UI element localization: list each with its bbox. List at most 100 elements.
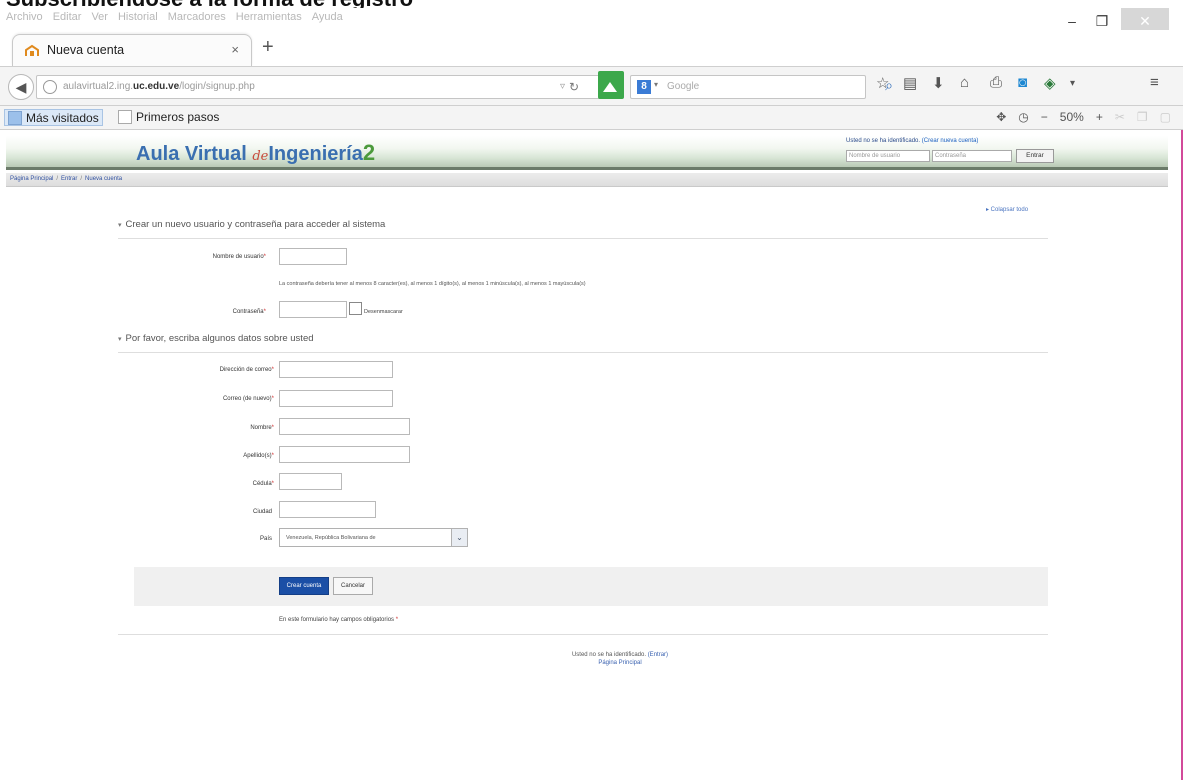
menu-tools[interactable]: Herramientas [236, 11, 302, 23]
tab-title: Nueva cuenta [47, 43, 125, 57]
country-select[interactable]: Venezuela, República Bolivariana de ⌄ [279, 528, 468, 547]
create-account-button[interactable]: Crear cuenta [279, 577, 329, 595]
navigation-bar: ◀ aulavirtual2.ing.uc.edu.ve/login/signu… [0, 66, 1183, 106]
skype-icon[interactable]: ◙ [1018, 74, 1027, 91]
header-login-box: Usted no se ha identificado. (Crear nuev… [846, 138, 1056, 168]
footer-login-link[interactable]: (Entrar) [648, 652, 668, 658]
menu-file[interactable]: Archivo [6, 11, 43, 23]
menu-help[interactable]: Ayuda [312, 11, 343, 23]
header-username-input[interactable]: Nombre de usuario [846, 150, 930, 162]
email-input[interactable] [279, 361, 393, 378]
breadcrumb-login[interactable]: Entrar [61, 176, 77, 182]
paste-icon: ▢ [1159, 110, 1171, 124]
id-number-label: Cédula* [252, 481, 274, 487]
username-label: Nombre de usuario* [212, 254, 266, 260]
search-placeholder: Google [667, 81, 700, 92]
url-bar[interactable]: aulavirtual2.ing.uc.edu.ve/login/signup.… [36, 75, 612, 99]
collapse-triangle-icon: ▾ [118, 336, 122, 343]
reload-icon[interactable]: ↻ [569, 80, 579, 94]
cancel-button[interactable]: Cancelar [333, 577, 373, 595]
menu-edit[interactable]: Editar [53, 11, 82, 23]
create-account-link[interactable]: (Crear nueva cuenta) [922, 138, 979, 144]
bookmark-most-visited[interactable]: Más visitados [4, 109, 103, 126]
menu-history[interactable]: Historial [118, 11, 158, 23]
extension-icon[interactable]: ◈ [1044, 74, 1056, 92]
copy-icon: ❐ [1136, 110, 1148, 124]
password-input[interactable] [279, 301, 347, 318]
email-label: Dirección de correo* [219, 367, 274, 373]
form-buttons-bar: Crear cuenta Cancelar [134, 567, 1048, 606]
zoom-level[interactable]: 50% [1060, 110, 1084, 124]
unmask-label: Desenmascarar [364, 308, 403, 315]
lastname-input[interactable] [279, 446, 410, 463]
bookmarks-list-icon[interactable]: ▤ [903, 74, 917, 92]
city-input[interactable] [279, 501, 376, 518]
site-logo[interactable]: Aula Virtual deIngeniería2 [136, 140, 375, 166]
tab-nueva-cuenta[interactable]: Nueva cuenta × [12, 34, 252, 66]
menu-bookmarks[interactable]: Marcadores [168, 11, 226, 23]
page-icon [118, 110, 132, 124]
cut-icon: ✂ [1114, 110, 1125, 124]
header-login-button[interactable]: Entrar [1016, 149, 1054, 163]
section-new-user-header[interactable]: ▾ Crear un nuevo usuario y contraseña par… [118, 219, 1048, 239]
search-bar[interactable]: 8 ▾ Google ⌕ [630, 75, 893, 99]
bookmark-first-steps[interactable]: Primeros pasos [118, 110, 219, 124]
email-again-input[interactable] [279, 390, 393, 407]
page-footer: Usted no se ha identificado. (Entrar) Pá… [540, 651, 700, 667]
firstname-label: Nombre* [250, 425, 274, 431]
most-visited-icon [8, 110, 22, 125]
login-status: Usted no se ha identificado. (Crear nuev… [846, 138, 979, 144]
tab-strip: Nueva cuenta × + [0, 30, 1183, 66]
menu-items: Archivo Editar Ver Historial Marcadores … [6, 11, 343, 23]
print-icon[interactable]: ⎙ [990, 74, 1002, 91]
password-label: Contraseña* [232, 309, 266, 315]
unmask-control: Desenmascarar [349, 302, 403, 315]
breadcrumb-current: Nueva cuenta [85, 176, 123, 182]
footer-home-link[interactable]: Página Principal [540, 659, 700, 667]
downloads-icon[interactable]: ⬇ [932, 74, 945, 92]
history-dropdown-icon[interactable]: ▿ [560, 81, 565, 92]
engine-dropdown-icon[interactable]: ▾ [654, 80, 658, 89]
country-label: País [259, 536, 272, 542]
required-fields-note: En este formulario hay campos obligatori… [279, 617, 399, 623]
lastname-label: Apellido(s)* [243, 453, 274, 459]
breadcrumb-home[interactable]: Página Principal [10, 176, 53, 182]
footer-divider [118, 634, 1048, 635]
footer-login-status: Usted no se ha identificado. (Entrar) [571, 652, 669, 658]
unmask-checkbox[interactable] [349, 302, 362, 315]
zoom-controls: ✥ ◷ − 50% + ✂ ❐ ▢ [996, 110, 1171, 124]
site-identity-icon[interactable] [43, 80, 57, 94]
menu-bar: Archivo Editar Ver Historial Marcadores … [0, 8, 1183, 34]
bookmark-star-icon[interactable]: ☆ [876, 74, 889, 92]
firstname-input[interactable] [279, 418, 410, 435]
reset-zoom-icon[interactable]: ◷ [1018, 110, 1028, 124]
id-number-input[interactable] [279, 473, 342, 490]
chevron-down-icon[interactable]: ⌄ [451, 529, 467, 546]
url-text: aulavirtual2.ing.uc.edu.ve/login/signup.… [63, 81, 255, 92]
zoom-in-button[interactable]: + [1096, 110, 1103, 124]
back-arrow-icon[interactable]: ◀ [8, 74, 34, 100]
country-selected-value: Venezuela, República Bolivariana de [286, 535, 376, 541]
email-again-label: Correo (de nuevo)* [222, 396, 274, 402]
tab-close-icon[interactable]: × [231, 42, 239, 57]
collapse-all-link[interactable]: ▸ Colapsar todo [986, 206, 1028, 213]
username-input[interactable] [279, 248, 347, 265]
moodle-favicon-icon [25, 44, 39, 56]
home-icon[interactable]: ⌂ [960, 74, 969, 91]
city-label: Ciudad [252, 509, 272, 515]
zoom-out-button[interactable]: − [1041, 110, 1048, 124]
site-header: Aula Virtual deIngeniería2 Usted no se h… [6, 136, 1168, 170]
addon-move-icon[interactable]: ✥ [996, 110, 1006, 124]
hamburger-menu-icon[interactable]: ≡ [1150, 74, 1159, 91]
collapse-triangle-icon: ▾ [118, 222, 122, 229]
addon-green-icon[interactable] [598, 71, 624, 99]
bookmarks-toolbar: Más visitados Primeros pasos ✥ ◷ − 50% +… [0, 106, 1183, 130]
google-engine-icon[interactable]: 8 [637, 80, 651, 94]
password-policy-note: La contraseña debería tener al menos 8 c… [279, 281, 586, 287]
section-about-you-header[interactable]: ▾ Por favor, escriba algunos datos sobre … [118, 333, 1048, 353]
breadcrumb: Página Principal / Entrar / Nueva cuenta [6, 173, 1168, 187]
header-password-input[interactable]: Contraseña [932, 150, 1012, 162]
new-tab-button[interactable]: + [262, 36, 274, 59]
menu-view[interactable]: Ver [91, 11, 108, 23]
toolbar-overflow-icon[interactable]: ▾ [1070, 78, 1075, 89]
